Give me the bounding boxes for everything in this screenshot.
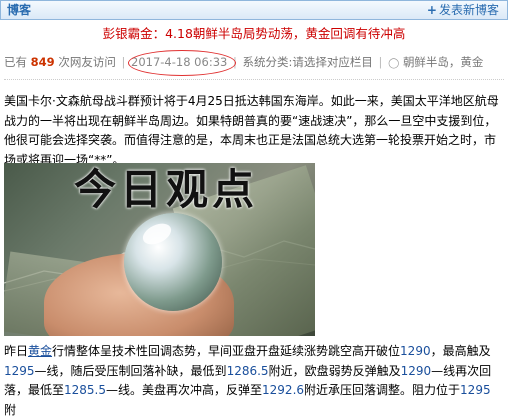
price-value: 1285.5	[64, 383, 107, 397]
text-segment: —线。美盘再次冲高，反弹至	[106, 383, 263, 397]
post-date: 2017-4-18 06:33	[131, 55, 228, 69]
plus-icon: +	[426, 3, 437, 17]
price-value: 1292.6	[262, 383, 305, 397]
visit-count: 849	[30, 55, 55, 69]
price-value: 1290	[400, 344, 431, 358]
crystal-ball	[124, 213, 222, 311]
price-value: 1295	[4, 363, 35, 378]
meta-divider-line	[4, 79, 504, 80]
text-segment: 附近，欧盘弱势反弹触及	[268, 363, 401, 378]
meta-divider: |	[121, 55, 126, 69]
article-image: 今日观点	[4, 163, 315, 336]
article-paragraph-2: 昨日黄金行情整体呈技术性回调态势，早间亚盘开盘延续涨势跳空高开破位1290，最高…	[4, 342, 500, 416]
text-segment: 附近承压回落调整。阻力位于	[304, 383, 461, 397]
text-segment: 行情整体呈技术性回调态势，早间亚盘开盘延续涨势跳空高开破位	[52, 344, 401, 358]
article-paragraph-1: 美国卡尔·文森航母战斗群预计将于4月25日抵达韩国东海岸。如此一来，美国太平洋地…	[4, 94, 499, 167]
tags-link[interactable]: 朝鲜半岛，黄金	[403, 55, 484, 69]
image-headline: 今日观点	[74, 165, 259, 214]
article-title[interactable]: 彭银霸金：4.18朝鲜半岛局势动荡，黄金回调有待冲高	[0, 25, 508, 43]
visits-suffix: 次网友访问	[58, 55, 116, 69]
text-segment: —线，随后受压制回落补缺，最低到	[34, 363, 227, 378]
price-value: 1295	[460, 383, 491, 397]
meta-divider: |	[232, 55, 237, 69]
visits-prefix: 已有	[4, 55, 27, 69]
blog-page: 博客 + 发表新博客 彭银霸金：4.18朝鲜半岛局势动荡，黄金回调有待冲高 已有 …	[0, 0, 508, 416]
gold-link[interactable]: 黄金	[28, 344, 52, 358]
price-value: 1290	[400, 363, 432, 378]
text-segment: 附	[4, 402, 17, 416]
text-segment: 昨日	[4, 344, 29, 358]
blog-header-bar: 博客 + 发表新博客	[0, 0, 508, 20]
price-value: 1286.5	[226, 363, 269, 378]
blog-label[interactable]: 博客	[7, 2, 31, 18]
new-post-label: 发表新博客	[438, 3, 499, 17]
text-segment: ，最高触及	[430, 344, 491, 358]
tag-icon: ◯	[388, 58, 400, 69]
meta-divider: |	[378, 55, 383, 69]
category-link[interactable]: 系统分类:请选择对应栏目	[243, 55, 373, 69]
new-post-link[interactable]: + 发表新博客	[427, 2, 499, 18]
article-meta: 已有 849 次网友访问 | 2017-4-18 06:33 | 系统分类:请选…	[4, 53, 504, 73]
